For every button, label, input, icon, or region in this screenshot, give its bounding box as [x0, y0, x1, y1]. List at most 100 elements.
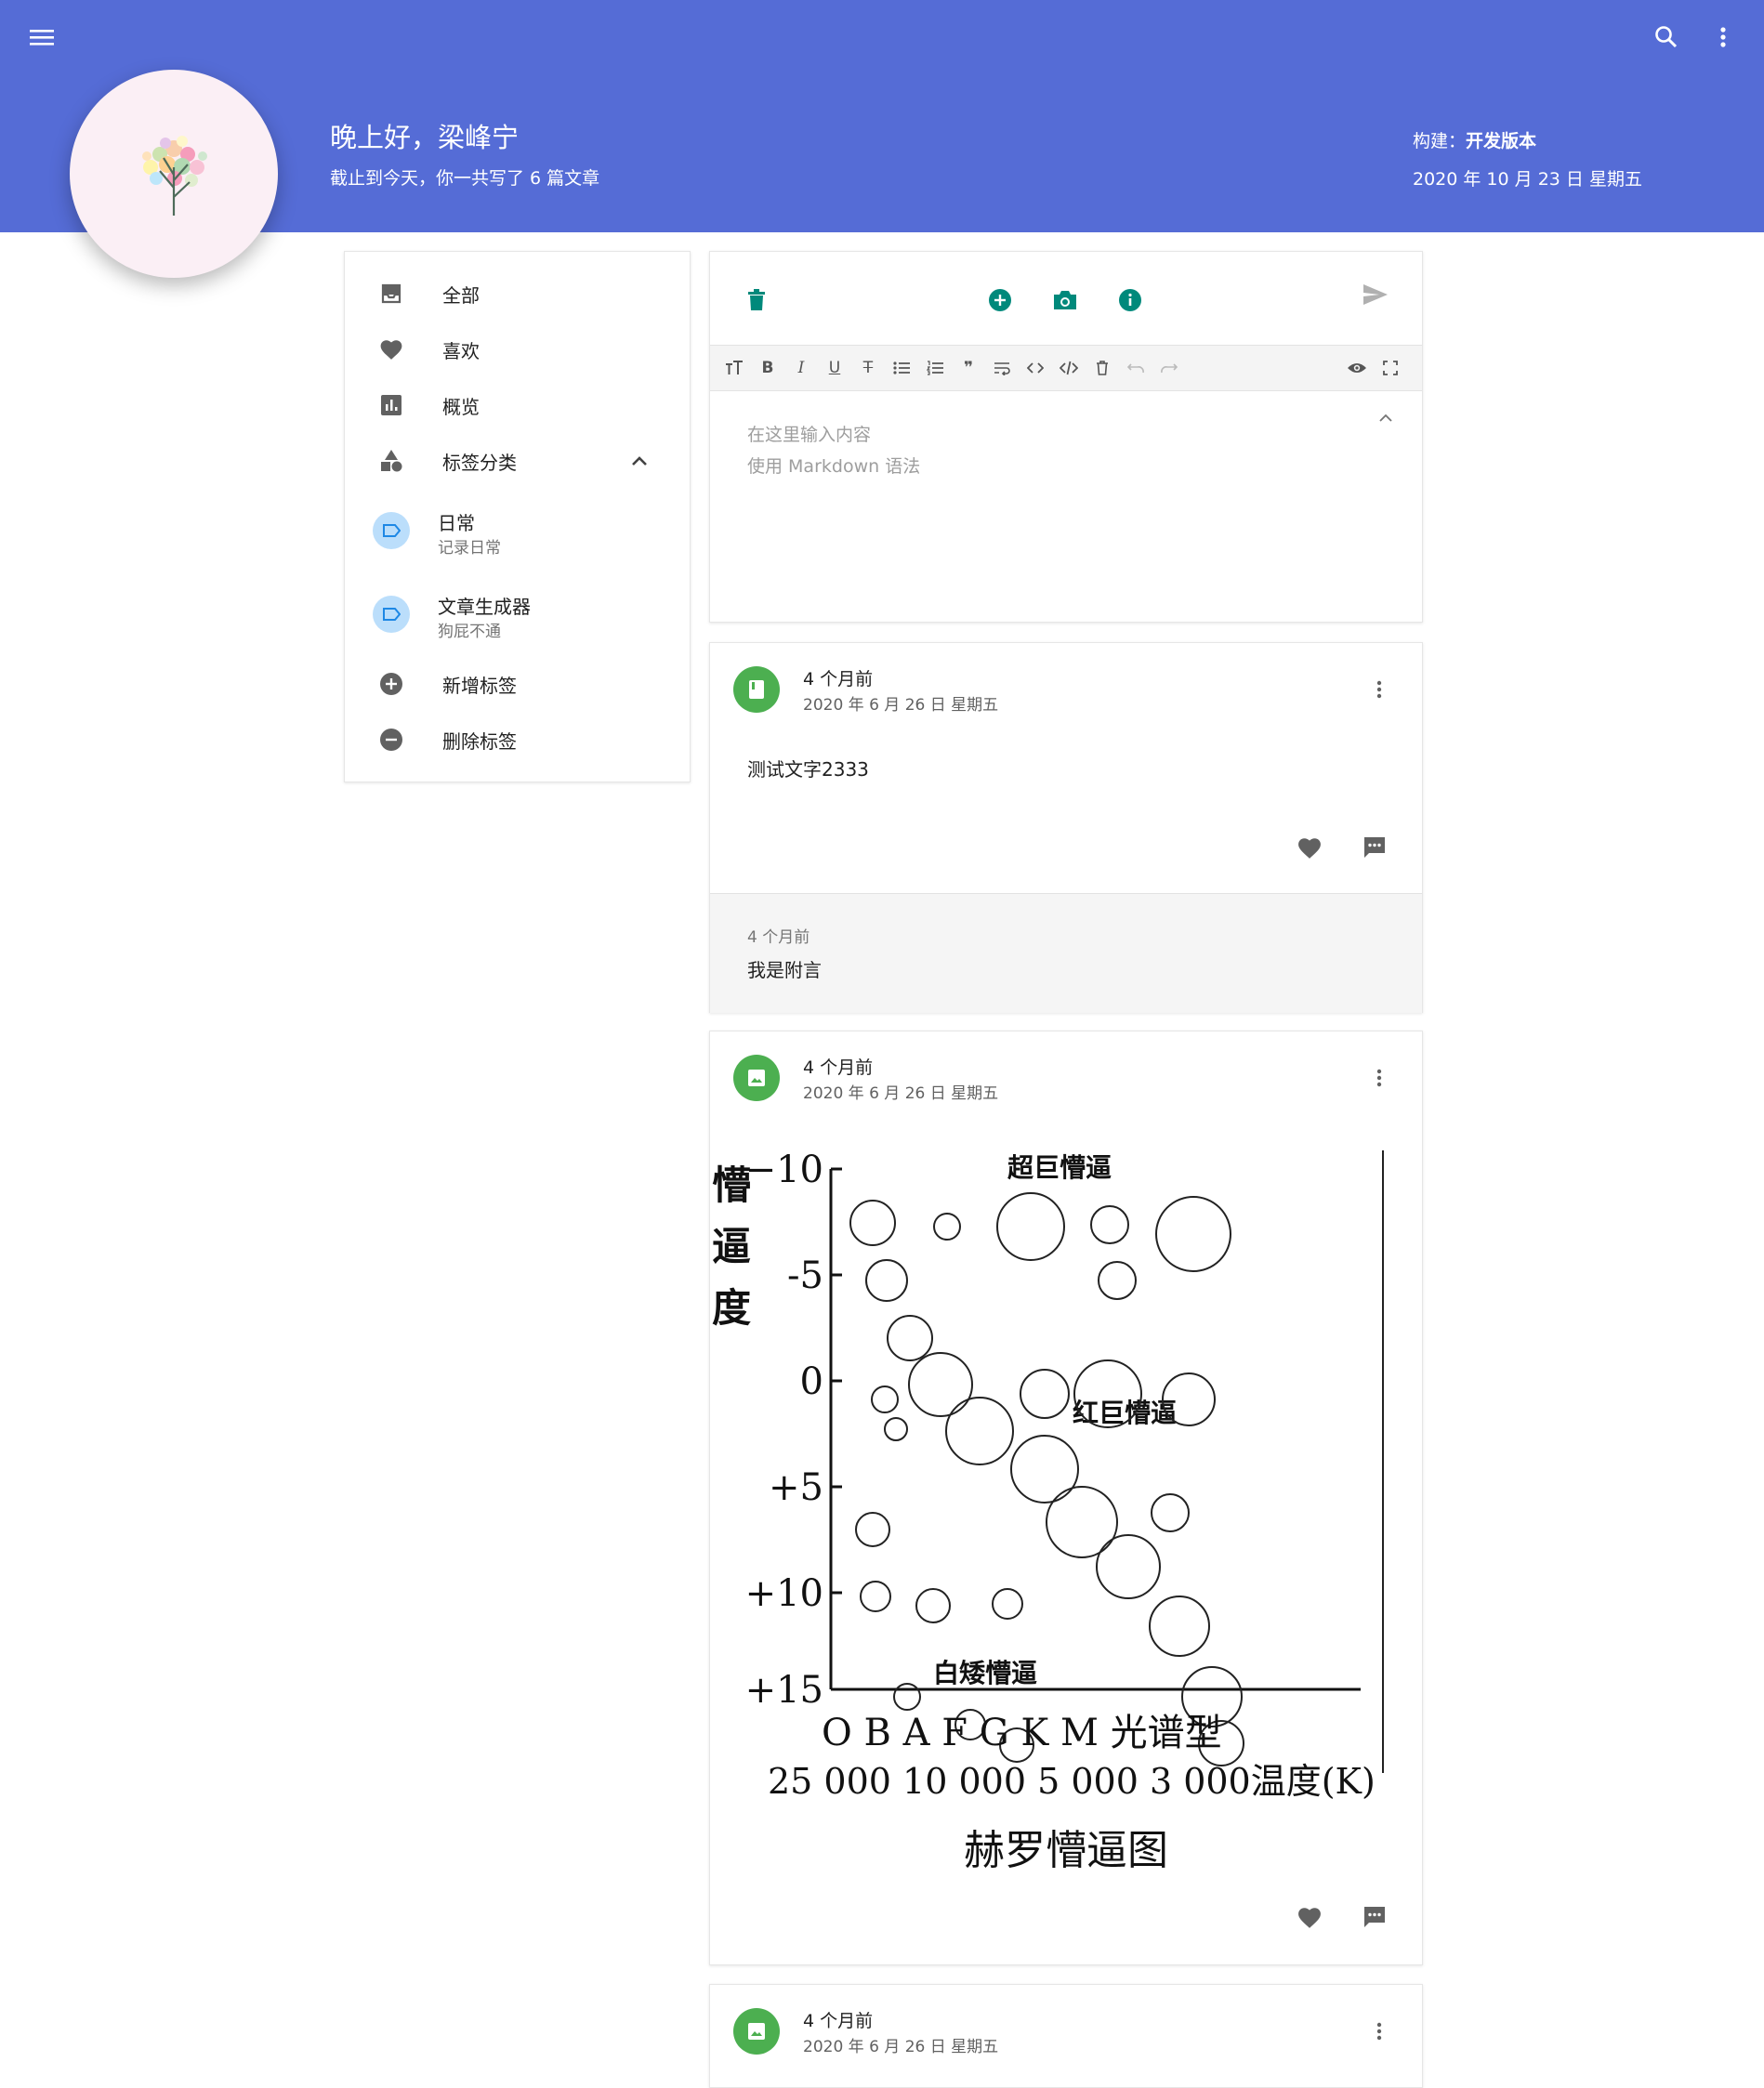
note-content: 我是附言	[747, 959, 822, 981]
yaxis-title-char: 度	[712, 1285, 751, 1331]
heart-icon[interactable]	[1293, 831, 1326, 864]
bullet-list-icon[interactable]	[889, 355, 915, 381]
greeting: 晚上好，梁峰宁	[330, 122, 520, 153]
comment-icon[interactable]	[1358, 1900, 1391, 1934]
image-icon	[733, 1055, 780, 1101]
post-date: 2020 年 6 月 26 日 星期五	[803, 2038, 999, 2056]
region-label: 白矮懵逼	[933, 1658, 1037, 1688]
redo-icon[interactable]	[1156, 355, 1182, 381]
add-tag-button[interactable]: 新增标签	[345, 656, 690, 712]
add-circle-icon	[378, 671, 404, 697]
article-summary: 截止到今天，你一共写了 6 篇文章	[330, 168, 600, 189]
tag-description: 记录日常	[438, 539, 501, 558]
ytick: +15	[745, 1669, 823, 1712]
ordered-list-icon[interactable]	[922, 355, 948, 381]
build-info: 构建：开发版本	[1413, 127, 1536, 152]
post-card: 4 个月前 2020 年 6 月 26 日 星期五 测试文字2333 4 个月前…	[709, 642, 1423, 1013]
comment-icon[interactable]	[1358, 831, 1391, 864]
more-vert-icon[interactable]	[1368, 676, 1390, 703]
post-image[interactable]: −10 -5 0 +5 +10 +15 懵 逼 度 超巨懵逼 红巨懵逼 白矮懵逼	[710, 1141, 1422, 1922]
post-relative-time: 4 个月前	[803, 669, 874, 689]
post-card: 4 个月前 2020 年 6 月 26 日 星期五	[709, 1984, 1423, 2088]
tag-description: 狗屁不通	[438, 623, 501, 641]
trash-icon[interactable]	[740, 283, 773, 317]
more-vert-icon[interactable]	[1368, 2018, 1390, 2044]
build-label: 构建：	[1413, 131, 1467, 151]
tag-name: 日常	[438, 512, 475, 534]
avatar[interactable]	[70, 70, 278, 278]
info-icon[interactable]	[1113, 283, 1147, 317]
tag-item-daily[interactable]: 日常 记录日常	[345, 493, 690, 568]
tag-item-generator[interactable]: 文章生成器 狗屁不通	[345, 577, 690, 651]
post-content: 测试文字2333	[747, 758, 869, 781]
post-card: 4 个月前 2020 年 6 月 26 日 星期五 −10 -5 0 +5 +1…	[709, 1031, 1423, 1965]
chevron-up-icon[interactable]	[1379, 408, 1392, 426]
image-caption: 赫罗懵逼图	[964, 1827, 1168, 1874]
image-icon	[733, 2008, 780, 2055]
menu-icon[interactable]	[19, 18, 65, 57]
undo-icon[interactable]	[1123, 355, 1149, 381]
heart-icon[interactable]	[1293, 1900, 1326, 1934]
markdown-toolbar: B I U T ❞	[710, 345, 1422, 391]
ytick: 0	[800, 1360, 823, 1403]
sidebar-item-categories[interactable]: 标签分类	[345, 433, 690, 489]
preview-eye-icon[interactable]	[1344, 355, 1370, 381]
editor-input[interactable]: 在这里输入内容 使用 Markdown 语法	[747, 419, 1361, 482]
post-note: 4 个月前 我是附言	[710, 893, 1422, 1013]
post-date: 2020 年 6 月 26 日 星期五	[803, 1084, 999, 1103]
tag-name: 文章生成器	[438, 596, 531, 618]
post-relative-time: 4 个月前	[803, 2011, 874, 2031]
hr-diagram-meme-image: −10 -5 0 +5 +10 +15 懵 逼 度 超巨懵逼 红巨懵逼 白矮懵逼	[712, 1149, 1384, 1874]
tag-icon	[373, 512, 410, 549]
more-vert-icon[interactable]	[1700, 18, 1746, 57]
bold-icon[interactable]: B	[755, 355, 781, 381]
ytick: −10	[745, 1149, 823, 1191]
editor-header	[710, 252, 1422, 345]
search-icon[interactable]	[1643, 18, 1690, 57]
add-circle-icon[interactable]	[983, 283, 1017, 317]
inbox-icon	[378, 281, 404, 307]
temperature-label: 25 000 10 000 5 000 3 000温度(K)	[768, 1761, 1376, 1802]
tree-logo-icon	[142, 136, 207, 216]
sidebar-item-label: 标签分类	[442, 451, 517, 474]
delete-tag-button[interactable]: 删除标签	[345, 712, 690, 768]
chevron-up-icon[interactable]	[631, 453, 648, 470]
send-icon[interactable]	[1359, 278, 1392, 311]
ytick: +10	[745, 1572, 823, 1615]
heading-icon[interactable]	[721, 355, 747, 381]
book-icon	[733, 666, 780, 713]
code-block-icon[interactable]	[1056, 355, 1082, 381]
sidebar-item-likes[interactable]: 喜欢	[345, 322, 690, 377]
wrap-icon[interactable]	[989, 355, 1015, 381]
underline-icon[interactable]: U	[822, 355, 848, 381]
ytick: +5	[769, 1466, 823, 1509]
ytick: -5	[787, 1254, 823, 1297]
today-date: 2020 年 10 月 23 日 星期五	[1413, 169, 1642, 190]
post-relative-time: 4 个月前	[803, 1057, 874, 1078]
sidebar-item-label: 概览	[442, 395, 480, 418]
delete-icon[interactable]	[1089, 355, 1115, 381]
camera-icon[interactable]	[1048, 283, 1082, 317]
more-vert-icon[interactable]	[1368, 1065, 1390, 1091]
quote-icon[interactable]: ❞	[955, 355, 981, 381]
sidebar-item-label: 全部	[442, 283, 480, 307]
note-time: 4 个月前	[747, 928, 810, 947]
strikethrough-icon[interactable]: T	[855, 355, 881, 381]
delete-tag-label: 删除标签	[442, 729, 517, 753]
region-label: 超巨懵逼	[1007, 1152, 1112, 1183]
sidebar-item-label: 喜欢	[442, 339, 480, 362]
tag-icon	[373, 596, 410, 633]
sidebar-nav: 全部 喜欢 概览 标签分类 日常 记录日常 文章生成器 狗屁不通 新增标签 删除…	[344, 251, 691, 782]
code-icon[interactable]	[1022, 355, 1048, 381]
heart-icon	[378, 336, 404, 362]
sidebar-item-overview[interactable]: 概览	[345, 377, 690, 433]
sidebar-item-all[interactable]: 全部	[345, 266, 690, 322]
post-date: 2020 年 6 月 26 日 星期五	[803, 696, 999, 715]
spectral-type-label: O B A F G K M 光谱型	[822, 1712, 1222, 1754]
yaxis-title-char: 逼	[712, 1224, 751, 1269]
add-tag-label: 新增标签	[442, 674, 517, 697]
italic-icon[interactable]: I	[788, 355, 814, 381]
shapes-icon	[378, 448, 404, 474]
remove-circle-icon	[378, 727, 404, 753]
fullscreen-icon[interactable]	[1377, 355, 1403, 381]
